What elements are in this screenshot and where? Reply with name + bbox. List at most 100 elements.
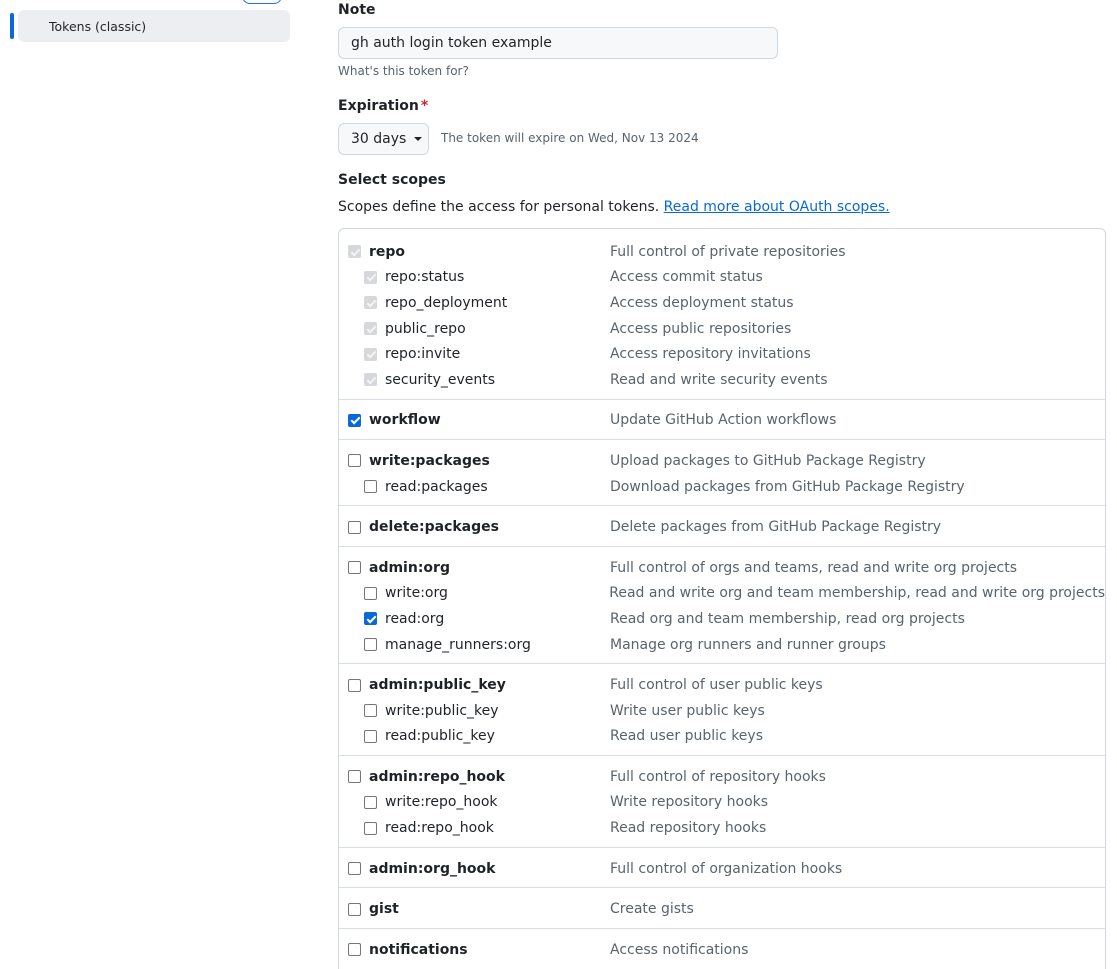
- scope-row: repo Full control of private repositories: [339, 239, 1105, 265]
- scope-name-cell: read:org: [339, 611, 610, 627]
- scope-checkbox[interactable]: [364, 586, 377, 600]
- scope-name[interactable]: notifications: [369, 942, 468, 958]
- scope-checkbox[interactable]: [348, 561, 361, 575]
- scope-name[interactable]: repo:status: [385, 269, 464, 285]
- scope-checkbox: [364, 373, 377, 387]
- scope-row: write:public_key Write user public keys: [339, 698, 1105, 724]
- scope-description: Create gists: [610, 901, 694, 918]
- scope-checkbox: [348, 245, 361, 259]
- scope-checkbox[interactable]: [364, 612, 377, 626]
- scope-checkbox[interactable]: [364, 480, 377, 494]
- scope-name[interactable]: workflow: [369, 412, 441, 428]
- note-input[interactable]: [338, 27, 778, 59]
- scope-name[interactable]: admin:public_key: [369, 677, 506, 693]
- scope-name[interactable]: gist: [369, 901, 399, 917]
- scope-row: read:packages Download packages from GitH…: [339, 474, 1105, 500]
- scope-name[interactable]: admin:org: [369, 560, 450, 576]
- expiration-note: The token will expire on Wed, Nov 13 202…: [441, 131, 699, 145]
- scope-checkbox[interactable]: [348, 943, 361, 957]
- scope-description: Write repository hooks: [610, 794, 769, 811]
- scope-name[interactable]: write:public_key: [385, 703, 499, 719]
- scope-description: Download packages from GitHub Package Re…: [610, 478, 965, 495]
- scope-group: workflow Update GitHub Action workflows: [339, 398, 1105, 440]
- oauth-scopes-link[interactable]: Read more about OAuth scopes.: [664, 199, 890, 215]
- settings-sidebar: Tokens (classic): [0, 0, 300, 959]
- scope-description: Full control of repository hooks: [610, 768, 826, 785]
- scope-checkbox[interactable]: [348, 678, 361, 692]
- scope-name-cell: admin:org_hook: [339, 861, 610, 877]
- scope-row: repo:invite Access repository invitations: [339, 341, 1105, 367]
- scope-name-cell: manage_runners:org: [339, 637, 610, 653]
- note-label: Note: [338, 2, 376, 18]
- scope-checkbox[interactable]: [348, 454, 361, 468]
- scope-checkbox[interactable]: [364, 704, 377, 718]
- scope-row: read:public_key Read user public keys: [339, 724, 1105, 750]
- scope-checkbox: [364, 347, 377, 361]
- scope-row: repo_deployment Access deployment status: [339, 290, 1105, 316]
- scope-row: write:packages Upload packages to GitHub …: [339, 448, 1105, 474]
- scope-checkbox[interactable]: [348, 413, 361, 427]
- scope-description: Access notifications: [610, 941, 749, 958]
- active-indicator: [10, 13, 14, 39]
- scope-checkbox[interactable]: [364, 729, 377, 743]
- scope-name[interactable]: repo_deployment: [385, 295, 507, 311]
- expiration-label: Expiration *: [338, 98, 428, 114]
- scope-name[interactable]: write:org: [385, 585, 448, 601]
- scope-group: admin:repo_hook Full control of repositor…: [339, 755, 1105, 847]
- scope-group: admin:public_key Full control of user pub…: [339, 663, 1105, 755]
- scope-name[interactable]: security_events: [385, 372, 495, 388]
- scope-name[interactable]: write:packages: [369, 453, 490, 469]
- caret-down-icon: [414, 137, 423, 141]
- scope-name-cell: notifications: [339, 942, 610, 958]
- scope-checkbox[interactable]: [348, 520, 361, 534]
- scope-name-cell: read:public_key: [339, 728, 610, 744]
- scope-name-cell: write:org: [339, 585, 609, 601]
- scope-name[interactable]: admin:repo_hook: [369, 769, 505, 785]
- scope-checkbox[interactable]: [348, 902, 361, 916]
- scope-name[interactable]: repo: [369, 244, 405, 260]
- scopes-description: Scopes define the access for personal to…: [338, 199, 890, 215]
- scope-name[interactable]: delete:packages: [369, 519, 499, 535]
- scope-name[interactable]: read:repo_hook: [385, 820, 494, 836]
- scope-name-cell: repo:status: [339, 269, 610, 285]
- scope-description: Read user public keys: [610, 728, 763, 745]
- scope-name-cell: admin:repo_hook: [339, 769, 610, 785]
- scope-checkbox[interactable]: [364, 638, 377, 652]
- scope-row: write:org Read and write org and team mem…: [339, 581, 1105, 607]
- note-hint: What's this token for?: [338, 64, 469, 78]
- scope-checkbox[interactable]: [348, 862, 361, 876]
- scope-name[interactable]: read:packages: [385, 479, 488, 495]
- scope-group: notifications Access notifications: [339, 928, 1105, 969]
- scope-name[interactable]: public_repo: [385, 321, 466, 337]
- scope-name[interactable]: repo:invite: [385, 346, 460, 362]
- scope-checkbox[interactable]: [364, 821, 377, 835]
- scope-description: Delete packages from GitHub Package Regi…: [610, 519, 942, 536]
- scope-row: admin:org_hook Full control of organizati…: [339, 856, 1105, 882]
- scope-checkbox: [364, 296, 377, 310]
- scope-name[interactable]: read:org: [385, 611, 444, 627]
- scope-name-cell: admin:public_key: [339, 677, 610, 693]
- scope-name-cell: security_events: [339, 372, 610, 388]
- scope-checkbox[interactable]: [364, 795, 377, 809]
- scope-description: Write user public keys: [610, 702, 765, 719]
- scopes-description-text: Scopes define the access for personal to…: [338, 199, 660, 215]
- scope-name-cell: write:repo_hook: [339, 794, 610, 810]
- scope-description: Read and write security events: [610, 371, 828, 388]
- scope-name[interactable]: admin:org_hook: [369, 861, 495, 877]
- scope-row: gist Create gists: [339, 896, 1105, 922]
- scope-row: read:org Read org and team membership, re…: [339, 606, 1105, 632]
- scope-description: Full control of orgs and teams, read and…: [610, 559, 1018, 576]
- scope-description: Access repository invitations: [610, 346, 811, 363]
- scope-name[interactable]: manage_runners:org: [385, 637, 531, 653]
- scope-name[interactable]: write:repo_hook: [385, 794, 498, 810]
- scope-name-cell: gist: [339, 901, 610, 917]
- scope-name-cell: workflow: [339, 412, 610, 428]
- scopes-label: Select scopes: [338, 172, 446, 188]
- scope-row: manage_runners:org Manage org runners and…: [339, 632, 1105, 658]
- scope-description: Access deployment status: [610, 294, 794, 311]
- scope-name[interactable]: read:public_key: [385, 728, 495, 744]
- scope-row: write:repo_hook Write repository hooks: [339, 790, 1105, 816]
- expiration-select[interactable]: 30 days: [338, 123, 429, 155]
- sidebar-item-tokens-classic[interactable]: Tokens (classic): [18, 10, 290, 42]
- scope-checkbox[interactable]: [348, 770, 361, 784]
